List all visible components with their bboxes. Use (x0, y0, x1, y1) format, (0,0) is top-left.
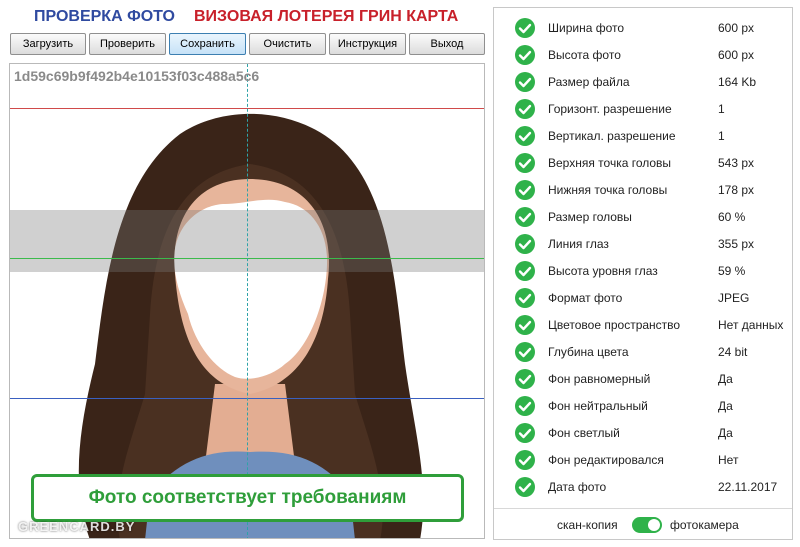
check-label: Формат фото (548, 291, 623, 305)
check-row: Фон равномерный Да (494, 366, 792, 393)
clear-button[interactable]: Очистить (249, 33, 326, 55)
check-row: Размер головы 60 % (494, 204, 792, 231)
check-label: Размер файла (548, 75, 630, 89)
check-label: Высота уровня глаз (548, 264, 658, 278)
check-circle-icon (515, 342, 535, 362)
check-circle-icon (515, 99, 535, 119)
check-circle-icon (515, 369, 535, 389)
check-value: 22.11.2017 (718, 480, 778, 494)
check-circle-icon (515, 288, 535, 308)
check-circle-icon (515, 234, 535, 254)
check-label: Фон редактировался (548, 453, 664, 467)
check-circle-icon (515, 261, 535, 281)
check-row: Фон нейтральный Да (494, 393, 792, 420)
check-row: Высота уровня глаз 59 % (494, 258, 792, 285)
check-row: Цветовое пространство Нет данных (494, 312, 792, 339)
check-button[interactable]: Проверить (89, 33, 166, 55)
app-title: ПРОВЕРКА ФОТО (34, 8, 175, 25)
check-row: Вертикал. разрешение 1 (494, 123, 792, 150)
check-label: Нижняя точка головы (548, 183, 668, 197)
check-row: Формат фото JPEG (494, 285, 792, 312)
scan-copy-label: скан-копия (557, 518, 618, 532)
results-panel: Ширина фото 600 px Высота фото 600 px Размер… (493, 7, 793, 540)
check-circle-icon (515, 396, 535, 416)
load-button[interactable]: Загрузить (10, 33, 86, 55)
source-toggle[interactable] (632, 517, 662, 533)
check-label: Вертикал. разрешение (548, 129, 676, 143)
instruction-button[interactable]: Инструкция (329, 33, 406, 55)
check-row: Линия глаз 355 px (494, 231, 792, 258)
check-value: Да (718, 399, 733, 413)
check-circle-icon (515, 18, 535, 38)
check-circle-icon (515, 207, 535, 227)
check-row: Горизонт. разрешение 1 (494, 96, 792, 123)
check-label: Ширина фото (548, 21, 625, 35)
camera-label: фотокамера (670, 518, 739, 532)
watermark: GREENCARD.BY (18, 519, 136, 534)
check-label: Фон нейтральный (548, 399, 648, 413)
check-row: Верхняя точка головы 543 px (494, 150, 792, 177)
check-label: Размер головы (548, 210, 632, 224)
check-value: 60 % (718, 210, 746, 224)
check-row: Дата фото 22.11.2017 (494, 474, 792, 501)
check-row: Высота фото 600 px (494, 42, 792, 69)
photo-hash: 1d59c69b9f492b4e10153f03c488a5c6 (14, 68, 260, 84)
check-label: Фон равномерный (548, 372, 651, 386)
check-row: Глубина цвета 24 bit (494, 339, 792, 366)
check-circle-icon (515, 45, 535, 65)
check-row: Фон редактировался Нет (494, 447, 792, 474)
check-value: 1 (718, 129, 725, 143)
check-label: Цветовое пространство (548, 318, 681, 332)
check-circle-icon (515, 126, 535, 146)
check-value: 355 px (718, 237, 755, 251)
check-value: JPEG (718, 291, 750, 305)
check-value: 543 px (718, 156, 755, 170)
toggle-knob (648, 519, 660, 531)
check-value: 24 bit (718, 345, 748, 359)
check-circle-icon (515, 477, 535, 497)
check-value: 164 Kb (718, 75, 757, 89)
check-value: Нет данных (718, 318, 784, 332)
center-line (247, 64, 248, 538)
check-label: Горизонт. разрешение (548, 102, 672, 116)
check-circle-icon (515, 153, 535, 173)
check-circle-icon (515, 423, 535, 443)
check-label: Дата фото (548, 480, 607, 494)
lottery-title: ВИЗОВАЯ ЛОТЕРЕЯ ГРИН КАРТА (194, 8, 459, 25)
photo-preview: 1d59c69b9f492b4e10153f03c488a5c6 Фото со… (9, 63, 485, 539)
save-button[interactable]: Сохранить (169, 33, 246, 55)
check-value: 178 px (718, 183, 755, 197)
check-row: Нижняя точка головы 178 px (494, 177, 792, 204)
exit-button[interactable]: Выход (409, 33, 485, 55)
check-label: Фон светлый (548, 426, 620, 440)
check-label: Верхняя точка головы (548, 156, 672, 170)
check-value: 600 px (718, 48, 755, 62)
check-value: 1 (718, 102, 725, 116)
check-row: Ширина фото 600 px (494, 15, 792, 42)
check-circle-icon (515, 450, 535, 470)
check-value: Да (718, 426, 733, 440)
check-value: 59 % (718, 264, 746, 278)
check-label: Высота фото (548, 48, 621, 62)
check-value: Да (718, 372, 733, 386)
status-message: Фото соответствует требованиям (31, 474, 464, 522)
check-label: Глубина цвета (548, 345, 629, 359)
status-text: Фото соответствует требованиям (88, 487, 407, 508)
check-value: 600 px (718, 21, 755, 35)
check-row: Фон светлый Да (494, 420, 792, 447)
source-switch: скан-копия фотокамера (494, 508, 792, 541)
check-row: Размер файла 164 Kb (494, 69, 792, 96)
check-label: Линия глаз (548, 237, 609, 251)
check-circle-icon (515, 315, 535, 335)
check-circle-icon (515, 180, 535, 200)
check-value: Нет (718, 453, 739, 467)
check-circle-icon (515, 72, 535, 92)
